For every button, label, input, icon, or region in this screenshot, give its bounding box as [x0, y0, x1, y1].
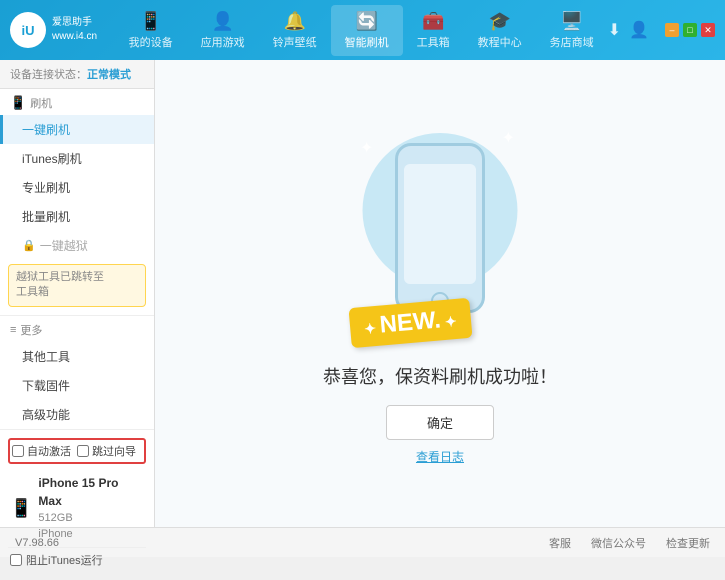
skip-guide-input[interactable] [77, 445, 89, 457]
sidebar-item-advanced[interactable]: 高级功能 [0, 400, 154, 429]
device-nav-icon: 📱 [139, 11, 161, 32]
phone-screen [404, 164, 476, 284]
sidebar-notice: 越狱工具已跳转至工具箱 [8, 264, 146, 307]
more-section: ≡ 更多 其他工具 下载固件 高级功能 [0, 311, 154, 429]
header: iU 爱思助手 www.i4.cn 📱 我的设备 👤 应用游戏 🔔 铃声壁纸 🔄… [0, 0, 725, 60]
user-icon[interactable]: 👤 [629, 20, 649, 40]
sidebar-item-one-click-flash[interactable]: 一键刷机 [0, 115, 154, 144]
ringtones-nav-icon: 🔔 [283, 11, 305, 32]
auto-activate-input[interactable] [12, 445, 24, 457]
lock-icon: 🔒 [22, 239, 36, 252]
status-bar: 设备连接状态：正常模式 [0, 60, 154, 89]
logo-area: iU 爱思助手 www.i4.cn [10, 12, 115, 48]
version-text: V7.98.66 [15, 537, 59, 549]
sparkle-icon-tr: ✦ [502, 128, 515, 148]
more-group-header: ≡ 更多 [0, 315, 154, 342]
log-link[interactable]: 查看日志 [416, 448, 464, 465]
sidebar-item-batch-flash[interactable]: 批量刷机 [0, 202, 154, 231]
sidebar-bottom: 自动激活 跳过向导 📱 iPhone 15 Pro Max 512GB iPho… [0, 429, 154, 580]
apps-nav-icon: 👤 [211, 11, 233, 32]
more-group-icon: ≡ [10, 324, 16, 336]
auto-activate-checkbox[interactable]: 自动激活 [12, 443, 71, 459]
flash-group-icon: 📱 [10, 95, 26, 111]
header-right: ⬇ 👤 – □ ✕ [608, 20, 715, 40]
sidebar-item-pro-flash[interactable]: 专业刷机 [0, 173, 154, 202]
maximize-button[interactable]: □ [683, 23, 697, 37]
content-area: ✦ ✦ NEW. 恭喜您，保资料刷机成功啦！ 确定 查看日志 [155, 60, 725, 527]
logo-icon: iU [10, 12, 46, 48]
main-layout: 设备连接状态：正常模式 📱 刷机 一键刷机 iTunes刷机 专业刷机 批量刷机… [0, 60, 725, 527]
sidebar: 设备连接状态：正常模式 📱 刷机 一键刷机 iTunes刷机 专业刷机 批量刷机… [0, 60, 155, 527]
download-icon[interactable]: ⬇ [608, 20, 621, 40]
sidebar-item-itunes-flash[interactable]: iTunes刷机 [0, 144, 154, 173]
nav-smart-flash[interactable]: 🔄 智能刷机 [331, 5, 403, 56]
nav-tutorial[interactable]: 🎓 教程中心 [464, 5, 536, 56]
footer-check-update[interactable]: 检查更新 [666, 535, 710, 551]
nav-bar: 📱 我的设备 👤 应用游戏 🔔 铃声壁纸 🔄 智能刷机 🧰 工具箱 🎓 教程中心… [115, 5, 608, 56]
flash-nav-icon: 🔄 [355, 11, 377, 32]
itunes-checkbox[interactable] [10, 554, 22, 566]
nav-service[interactable]: 🖥️ 务店商域 [536, 5, 608, 56]
nav-apps-games[interactable]: 👤 应用游戏 [187, 5, 259, 56]
itunes-bar: 阻止iTunes运行 [8, 547, 146, 572]
sparkle-icon-tl: ✦ [360, 138, 373, 158]
phone-illustration: ✦ ✦ NEW. [340, 123, 540, 343]
window-controls: – □ ✕ [665, 23, 715, 37]
nav-toolbox[interactable]: 🧰 工具箱 [403, 5, 464, 56]
confirm-button[interactable]: 确定 [386, 405, 494, 440]
nav-ringtones[interactable]: 🔔 铃声壁纸 [259, 5, 331, 56]
phone-body [395, 143, 485, 313]
service-nav-icon: 🖥️ [560, 11, 582, 32]
sidebar-item-download-fw[interactable]: 下载固件 [0, 371, 154, 400]
skip-guide-checkbox[interactable]: 跳过向导 [77, 443, 136, 459]
tutorial-nav-icon: 🎓 [488, 11, 510, 32]
footer-wechat[interactable]: 微信公众号 [591, 535, 646, 551]
logo-text: 爱思助手 www.i4.cn [52, 16, 97, 44]
nav-my-device[interactable]: 📱 我的设备 [115, 5, 187, 56]
footer-customer-service[interactable]: 客服 [549, 535, 571, 551]
device-info: iPhone 15 Pro Max 512GB iPhone [38, 474, 144, 543]
toolbox-nav-icon: 🧰 [422, 11, 444, 32]
flash-group-header: 📱 刷机 [0, 89, 154, 115]
device-item: 📱 iPhone 15 Pro Max 512GB iPhone [8, 470, 146, 547]
device-phone-icon: 📱 [10, 498, 32, 519]
success-text: 恭喜您，保资料刷机成功啦！ [323, 363, 557, 389]
close-button[interactable]: ✕ [701, 23, 715, 37]
flash-section: 📱 刷机 一键刷机 iTunes刷机 专业刷机 批量刷机 🔒 一键越狱 越狱工具… [0, 89, 154, 311]
sidebar-item-jailbreak: 🔒 一键越狱 [0, 231, 154, 260]
new-badge: NEW. [348, 297, 472, 347]
minimize-button[interactable]: – [665, 23, 679, 37]
sidebar-item-other-tools[interactable]: 其他工具 [0, 342, 154, 371]
checkbox-row: 自动激活 跳过向导 [8, 438, 146, 464]
